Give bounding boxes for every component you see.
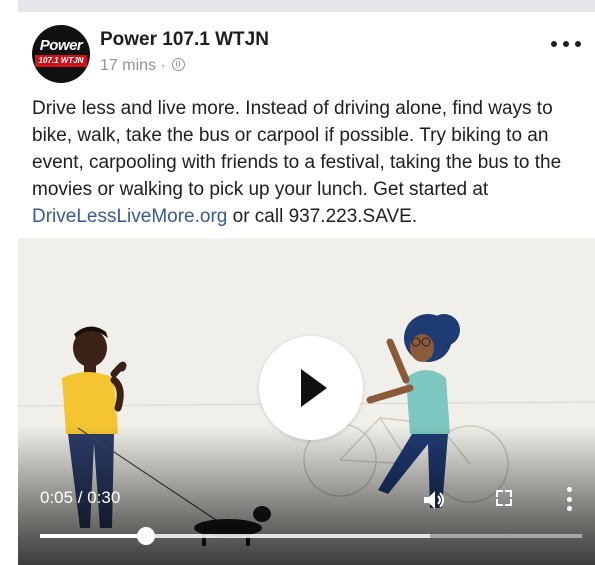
globe-icon [172, 58, 186, 71]
fullscreen-icon[interactable] [496, 490, 512, 506]
meta-separator: · [160, 57, 166, 74]
post-body: Drive less and live more. Instead of dri… [32, 95, 587, 230]
video-player[interactable]: 0:05 / 0:30 [18, 238, 595, 565]
video-scrubber-handle[interactable] [136, 527, 155, 545]
post-text-end: or call 937.223.SAVE. [227, 206, 418, 227]
video-time-display: 0:05 / 0:30 [40, 488, 121, 507]
post-timestamp[interactable]: 17 mins [100, 57, 156, 74]
play-icon [301, 369, 327, 407]
more-horizontal-icon[interactable] [551, 37, 581, 51]
avatar-logo-band: 107.1 WTJN [35, 55, 87, 67]
play-button[interactable] [259, 336, 363, 440]
page-avatar[interactable]: Power 107.1 WTJN [32, 25, 90, 83]
previous-post-divider [18, 0, 595, 12]
more-vertical-icon[interactable] [566, 487, 572, 511]
post-link[interactable]: DriveLessLiveMore.org [32, 206, 227, 227]
post-text-main: Drive less and live more. Instead of dri… [32, 98, 562, 200]
volume-icon[interactable] [422, 488, 448, 512]
page-name-link[interactable]: Power 107.1 WTJN [100, 29, 269, 51]
post-header: Power 107.1 WTJN Power 107.1 WTJN 17 min… [32, 25, 587, 83]
avatar-logo-text: Power [39, 37, 83, 54]
video-played-bar [40, 534, 146, 538]
video-progress-bar[interactable] [40, 527, 582, 545]
post-meta: 17 mins · [100, 57, 186, 75]
